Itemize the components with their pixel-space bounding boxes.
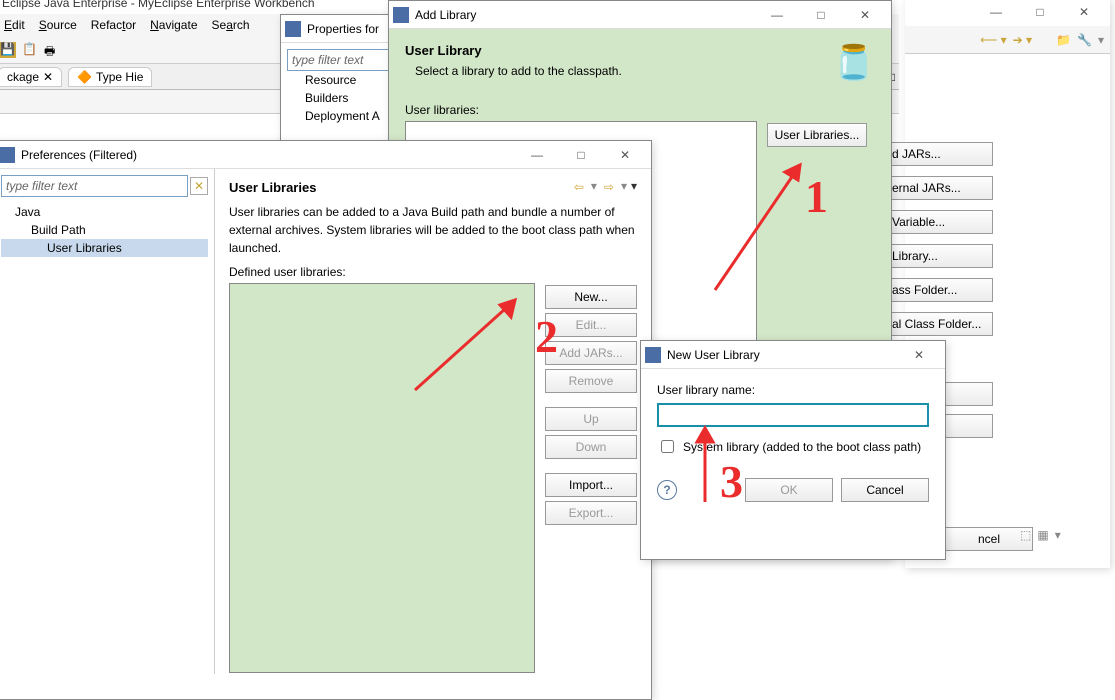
view-nav-icon[interactable]: ⬚ bbox=[1020, 528, 1031, 542]
preferences-nav: ⇦▾ ⇨▾ ▾ bbox=[571, 179, 637, 195]
view-layout-icon[interactable]: ▦ bbox=[1037, 528, 1048, 542]
eclipse-icon bbox=[645, 347, 661, 363]
add-jars-button: Add JARs... bbox=[545, 341, 637, 365]
export-button: Export... bbox=[545, 501, 637, 525]
maximize-icon[interactable]: □ bbox=[799, 1, 843, 29]
import-button[interactable]: Import... bbox=[545, 473, 637, 497]
tree-build-path[interactable]: Build Path bbox=[1, 221, 208, 239]
add-library-titlebar: Add Library — □ ✕ bbox=[389, 1, 891, 29]
system-library-checkbox[interactable] bbox=[661, 440, 674, 453]
menu-search[interactable]: Search bbox=[206, 16, 256, 34]
add-external-class-folder-button[interactable]: al Class Folder... bbox=[885, 312, 993, 336]
menu-navigate[interactable]: Navigate bbox=[144, 16, 203, 34]
cancel-button[interactable]: Cancel bbox=[841, 478, 929, 502]
wrench-icon[interactable]: 🔧 bbox=[1077, 33, 1092, 47]
add-external-jars-button[interactable]: ernal JARs... bbox=[885, 176, 993, 200]
preferences-title: Preferences (Filtered) bbox=[21, 148, 515, 162]
minimize-icon[interactable]: — bbox=[974, 0, 1018, 26]
save-all-icon[interactable]: 📋 bbox=[22, 42, 38, 58]
back-icon[interactable]: ⟵ ▾ bbox=[980, 33, 1007, 47]
preferences-titlebar: Preferences (Filtered) — □ ✕ bbox=[0, 141, 651, 169]
preferences-filter-input[interactable] bbox=[1, 175, 188, 197]
ok-button: OK bbox=[745, 478, 833, 502]
close-icon[interactable]: ✕ bbox=[603, 141, 647, 169]
tab-package[interactable]: ckage✕ bbox=[0, 67, 62, 87]
minimize-icon[interactable]: — bbox=[515, 141, 559, 169]
menu-edit[interactable]: Edit bbox=[0, 16, 31, 34]
eclipse-icon bbox=[285, 21, 301, 37]
preferences-description: User libraries can be added to a Java Bu… bbox=[229, 203, 637, 257]
maximize-icon[interactable]: □ bbox=[559, 141, 603, 169]
help-icon[interactable]: ? bbox=[657, 480, 677, 500]
folder-icon[interactable]: 📁 bbox=[1056, 33, 1071, 47]
chevron-down-icon[interactable]: ▾ bbox=[1055, 528, 1061, 542]
forward-icon[interactable]: ➔ ▾ bbox=[1013, 33, 1032, 47]
annotation-number-1: 1 bbox=[805, 170, 828, 223]
add-variable-button[interactable]: Variable... bbox=[885, 210, 993, 234]
new-user-library-body: User library name: System library (added… bbox=[641, 369, 945, 466]
eclipse-icon bbox=[393, 7, 409, 23]
preferences-dialog: Preferences (Filtered) — □ ✕ ✕ Java Buil… bbox=[0, 140, 652, 700]
user-libraries-button[interactable]: User Libraries... bbox=[767, 123, 867, 147]
preferences-content-panel: User Libraries ⇦▾ ⇨▾ ▾ User libraries ca… bbox=[215, 169, 651, 674]
new-user-library-title: New User Library bbox=[667, 348, 897, 362]
annotation-number-2: 2 bbox=[535, 310, 558, 363]
menu-refactor[interactable]: Refactor bbox=[85, 16, 142, 34]
defined-libraries-label: Defined user libraries: bbox=[229, 265, 637, 279]
edit-button: Edit... bbox=[545, 313, 637, 337]
menu-source[interactable]: Source bbox=[33, 16, 83, 34]
tab-type-hierarchy[interactable]: 🔶 Type Hie bbox=[68, 67, 152, 87]
preferences-body: ✕ Java Build Path User Libraries User Li… bbox=[0, 169, 651, 674]
add-jars-button[interactable]: d JARs... bbox=[885, 142, 993, 166]
up-button: Up bbox=[545, 407, 637, 431]
user-libraries-label: User libraries: bbox=[405, 103, 875, 117]
clear-filter-icon[interactable]: ✕ bbox=[190, 177, 208, 195]
annotation-number-3: 3 bbox=[720, 455, 743, 508]
remove-button: Remove bbox=[545, 369, 637, 393]
preferences-heading: User Libraries bbox=[229, 180, 316, 195]
system-library-checkbox-row[interactable]: System library (added to the boot class … bbox=[657, 437, 929, 456]
right-shell-titlebar: — □ ✕ bbox=[905, 0, 1110, 26]
new-user-library-dialog: New User Library ✕ User library name: Sy… bbox=[640, 340, 946, 560]
new-user-library-footer: ? OK Cancel bbox=[641, 466, 945, 514]
maximize-icon[interactable]: □ bbox=[1018, 0, 1062, 26]
back-icon[interactable]: ⇦ bbox=[571, 179, 587, 195]
close-icon[interactable]: ✕ bbox=[43, 70, 53, 84]
add-library-button[interactable]: Library... bbox=[885, 244, 993, 268]
add-library-header-title: User Library bbox=[405, 43, 833, 58]
user-library-name-label: User library name: bbox=[657, 383, 929, 397]
close-icon[interactable]: ✕ bbox=[843, 1, 887, 29]
editor-min-buttons: ⬚ ▦ ▾ bbox=[1020, 528, 1061, 542]
print-icon[interactable]: 🖶 bbox=[44, 42, 60, 58]
system-library-checkbox-label: System library (added to the boot class … bbox=[683, 440, 921, 454]
library-jar-icon: 🫙 bbox=[833, 43, 875, 83]
defined-libraries-list[interactable] bbox=[229, 283, 535, 673]
close-icon[interactable]: ✕ bbox=[897, 341, 941, 369]
new-button[interactable]: New... bbox=[545, 285, 637, 309]
menu-dropdown-icon[interactable]: ▾ bbox=[631, 179, 637, 195]
minimize-icon[interactable]: — bbox=[755, 1, 799, 29]
right-toolbar: ⟵ ▾ ➔ ▾ 📁 🔧 ▾ bbox=[905, 26, 1110, 54]
save-icon[interactable]: 💾 bbox=[0, 42, 16, 58]
add-library-title: Add Library bbox=[415, 8, 755, 22]
add-library-header: User Library Select a library to add to … bbox=[389, 29, 891, 93]
preferences-tree-panel: ✕ Java Build Path User Libraries bbox=[0, 169, 215, 674]
tree-java[interactable]: Java bbox=[1, 203, 208, 221]
close-icon[interactable]: ✕ bbox=[1062, 0, 1106, 26]
down-button: Down bbox=[545, 435, 637, 459]
tree-user-libraries[interactable]: User Libraries bbox=[1, 239, 208, 257]
build-path-buttons: d JARs... ernal JARs... Variable... Libr… bbox=[885, 140, 993, 338]
add-class-folder-button[interactable]: ass Folder... bbox=[885, 278, 993, 302]
new-user-library-titlebar: New User Library ✕ bbox=[641, 341, 945, 369]
user-library-name-input[interactable] bbox=[657, 403, 929, 427]
forward-icon[interactable]: ⇨ bbox=[601, 179, 617, 195]
eclipse-icon bbox=[0, 147, 15, 163]
add-library-subtitle: Select a library to add to the classpath… bbox=[405, 64, 833, 78]
